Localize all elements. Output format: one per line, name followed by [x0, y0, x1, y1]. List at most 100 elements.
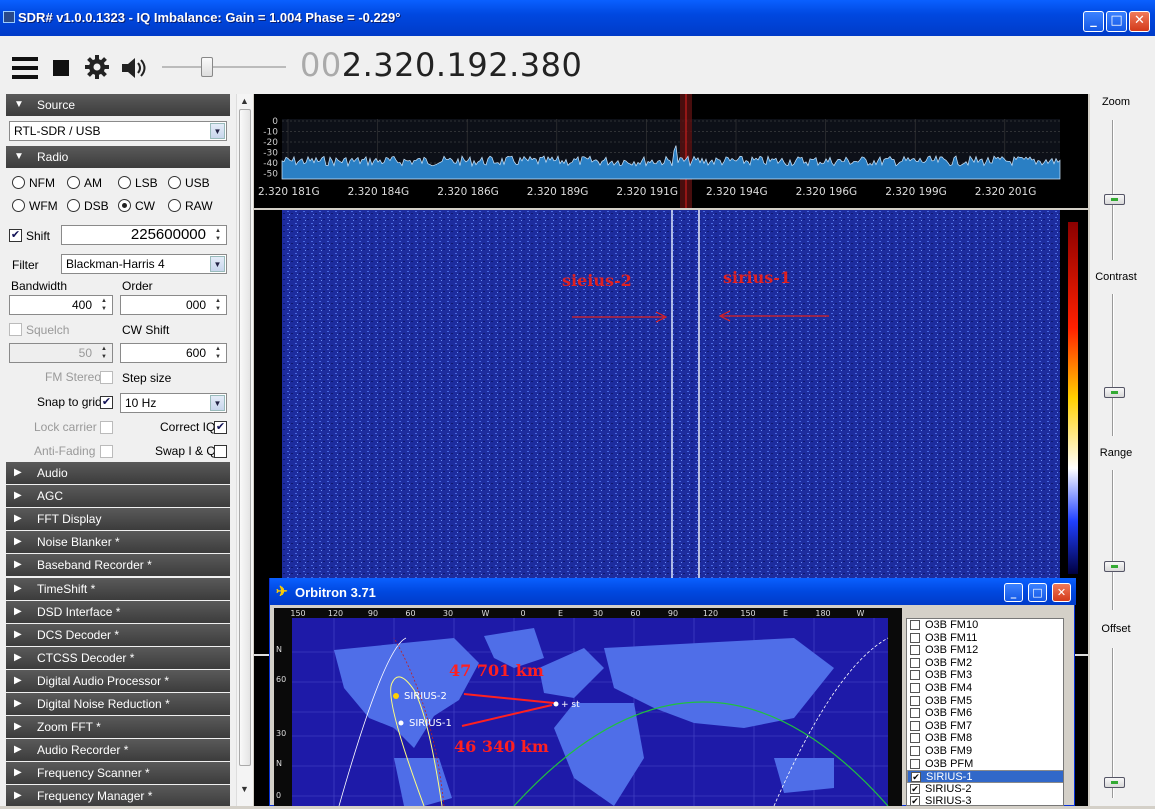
satellite-list-item[interactable]: ✔ SIRIUS-2: [907, 783, 1063, 796]
volume-slider-thumb[interactable]: [201, 57, 213, 77]
satellite-list-item[interactable]: O3B FM3: [907, 669, 1063, 682]
mode-radio-dsb[interactable]: [67, 199, 80, 212]
spin-arrows-icon[interactable]: ▲ ▼: [211, 345, 225, 361]
close-button[interactable]: ✕: [1129, 11, 1150, 32]
minimize-button[interactable]: _: [1083, 11, 1104, 32]
section-header-dcs-decoder[interactable]: ▶ DCS Decoder *: [6, 623, 230, 646]
orbitron-maximize-button[interactable]: □: [1028, 583, 1047, 602]
satellite-checkbox[interactable]: [910, 632, 920, 643]
satellite-checkbox[interactable]: [910, 708, 920, 719]
satellite-list-item[interactable]: O3B FM9: [907, 745, 1063, 758]
satellite-checkbox[interactable]: ✔: [910, 783, 920, 794]
satellite-list-item[interactable]: ✔ SIRIUS-3: [907, 795, 1063, 805]
world-map[interactable]: 150 120 90 60 30 W 0 E 30 60 90 120 150 E 180 W N 60 30 N 0 S…: [274, 608, 902, 807]
stepsize-select[interactable]: 10 Hz ▼: [120, 393, 227, 413]
cwshift-input[interactable]: 600 ▲ ▼: [120, 343, 227, 363]
scroll-up-icon[interactable]: ▲: [240, 96, 249, 106]
section-header-audio[interactable]: ▶ Audio: [6, 462, 230, 484]
mode-radio-am[interactable]: [67, 176, 80, 189]
menu-icon[interactable]: [12, 57, 38, 79]
section-header-fft-display[interactable]: ▶ FFT Display: [6, 508, 230, 531]
satellite-list-item[interactable]: O3B FM11: [907, 632, 1063, 645]
satellite-list-item[interactable]: O3B FM10: [907, 619, 1063, 632]
mode-radio-usb[interactable]: [168, 176, 181, 189]
orbitron-minimize-button[interactable]: _: [1004, 583, 1023, 602]
zoom-slider-thumb[interactable]: [1104, 194, 1125, 205]
offset-track[interactable]: [1112, 648, 1114, 798]
mode-radio-cw[interactable]: [118, 199, 131, 212]
section-header-noise-blanker[interactable]: ▶ Noise Blanker *: [6, 531, 230, 554]
satellite-list[interactable]: O3B FM10 O3B FM11 O3B FM12 O3B FM2 O3B FM3 O3…: [906, 618, 1064, 806]
fmstereo-checkbox[interactable]: [100, 371, 113, 384]
section-header-dsd-interface[interactable]: ▶ DSD Interface *: [6, 600, 230, 623]
section-header-agc[interactable]: ▶ AGC: [6, 485, 230, 508]
satellite-list-item[interactable]: O3B PFM: [907, 758, 1063, 771]
satellite-list-item[interactable]: ✔ SIRIUS-1: [907, 770, 1063, 783]
shift-checkbox[interactable]: ✔: [9, 229, 22, 242]
mode-radio-raw[interactable]: [168, 199, 181, 212]
spin-arrows-icon[interactable]: ▲ ▼: [97, 297, 111, 313]
satellite-list-item[interactable]: O3B FM7: [907, 720, 1063, 733]
section-header-digital-audio-processor[interactable]: ▶ Digital Audio Processor *: [6, 669, 230, 692]
frequency-display[interactable]: 002.320.192.380: [300, 46, 582, 84]
orbitron-title-bar[interactable]: ✈ Orbitron 3.71 _ □ ✕: [270, 578, 1076, 605]
gear-icon[interactable]: [84, 54, 110, 80]
volume-track[interactable]: [162, 66, 286, 68]
satellite-checkbox[interactable]: [910, 683, 920, 693]
satellite-list-item[interactable]: O3B FM12: [907, 644, 1063, 657]
filter-select[interactable]: Blackman-Harris 4 ▼: [61, 254, 227, 274]
radio-section-header[interactable]: ▼ Radio: [6, 146, 230, 168]
satellite-list-item[interactable]: O3B FM4: [907, 682, 1063, 695]
stop-icon[interactable]: [53, 60, 69, 76]
source-device-select[interactable]: RTL-SDR / USB ▼: [9, 121, 227, 141]
left-panel-scrollbar[interactable]: ▲ ▼: [236, 94, 253, 806]
mode-radio-nfm[interactable]: [12, 176, 25, 189]
spin-arrows-icon[interactable]: ▲ ▼: [211, 227, 225, 243]
section-header-frequency-scanner[interactable]: ▶ Frequency Scanner *: [6, 762, 230, 785]
satellite-checkbox[interactable]: [910, 670, 920, 681]
correctiq-checkbox[interactable]: ✔: [214, 421, 227, 434]
satellite-checkbox[interactable]: [910, 720, 920, 731]
satellite-checkbox[interactable]: ✔: [911, 772, 921, 783]
satellite-checkbox[interactable]: [910, 758, 920, 769]
swapiq-checkbox[interactable]: [214, 445, 227, 458]
range-slider-thumb[interactable]: [1104, 561, 1125, 572]
satellite-list-item[interactable]: O3B FM2: [907, 657, 1063, 670]
maximize-button[interactable]: □: [1106, 11, 1127, 32]
section-header-digital-noise-reduction[interactable]: ▶ Digital Noise Reduction *: [6, 693, 230, 715]
satellite-list-item[interactable]: O3B FM6: [907, 707, 1063, 720]
section-header-ctcss-decoder[interactable]: ▶ CTCSS Decoder *: [6, 646, 230, 669]
section-header-frequency-manager[interactable]: ▶ Frequency Manager *: [6, 785, 230, 806]
section-header-audio-recorder[interactable]: ▶ Audio Recorder *: [6, 739, 230, 762]
scroll-down-icon[interactable]: ▼: [240, 784, 249, 794]
orbitron-close-button[interactable]: ✕: [1052, 583, 1071, 602]
satellite-checkbox[interactable]: [910, 746, 920, 756]
section-header-zoom-fft[interactable]: ▶ Zoom FFT *: [6, 716, 230, 739]
section-header-baseband-recorder[interactable]: ▶ Baseband Recorder *: [6, 554, 230, 577]
spectrum-analyzer[interactable]: 0 -10 -20 -30 -40 -50 2.320 181G 2.320 184G 2.32…: [254, 94, 1088, 208]
satellite-checkbox[interactable]: [910, 695, 920, 706]
source-section-header[interactable]: ▼ Source: [6, 94, 230, 116]
satellite-list-item[interactable]: O3B FM8: [907, 732, 1063, 745]
squelch-checkbox[interactable]: [9, 323, 22, 336]
satellite-checkbox[interactable]: [910, 645, 920, 656]
satellite-checkbox[interactable]: ✔: [910, 796, 920, 805]
shift-input[interactable]: 225600000 ▲ ▼: [61, 225, 227, 245]
spin-arrows-icon[interactable]: ▲ ▼: [97, 345, 111, 361]
contrast-slider-thumb[interactable]: [1104, 387, 1125, 398]
section-header-timeshift[interactable]: ▶ TimeShift *: [6, 577, 230, 600]
speaker-icon[interactable]: [120, 56, 148, 80]
range-track[interactable]: [1112, 470, 1114, 610]
zoom-track[interactable]: [1112, 120, 1114, 260]
lockcarrier-checkbox[interactable]: [100, 421, 113, 434]
contrast-track[interactable]: [1112, 294, 1114, 436]
snap-checkbox[interactable]: ✔: [100, 396, 113, 409]
satellite-checkbox[interactable]: [910, 733, 920, 744]
satellite-list-item[interactable]: O3B FM5: [907, 695, 1063, 708]
satellite-checkbox[interactable]: [910, 657, 920, 668]
mode-radio-wfm[interactable]: [12, 199, 25, 212]
satellite-checkbox[interactable]: [910, 620, 920, 630]
spin-arrows-icon[interactable]: ▲ ▼: [211, 297, 225, 313]
squelch-input[interactable]: 50 ▲ ▼: [9, 343, 113, 363]
antifading-checkbox[interactable]: [100, 445, 113, 458]
